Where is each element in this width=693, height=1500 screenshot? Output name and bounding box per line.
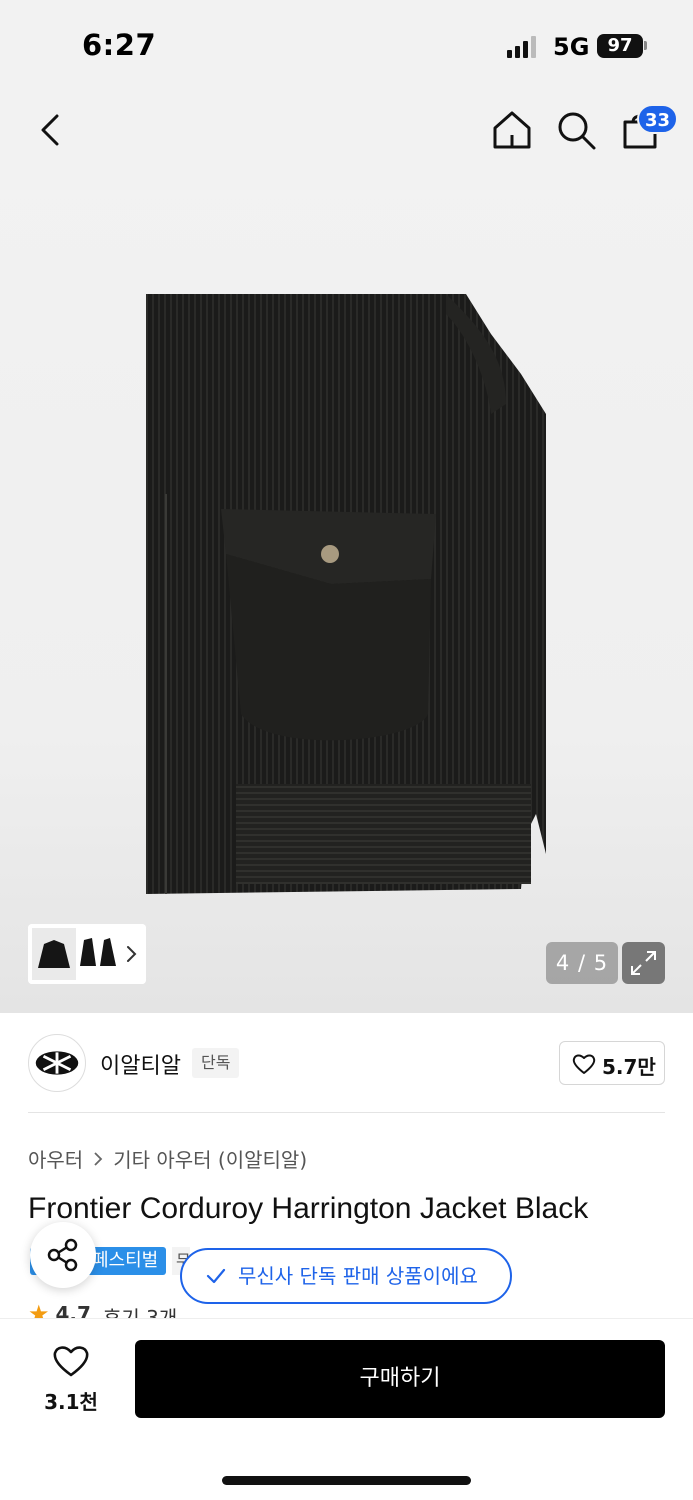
heart-icon [53, 1346, 89, 1377]
brand-name[interactable]: 이알티알 [100, 1048, 181, 1080]
exclusive-notice-text: 무신사 단독 판매 상품이에요 [238, 1264, 478, 1288]
breadcrumb: 아우터 기타 아우터 (이알티알) [28, 1144, 307, 1173]
brand-like-count: 5.7만 [602, 1055, 656, 1079]
status-time: 6:27 [82, 28, 157, 62]
heart-icon [572, 1054, 596, 1074]
chevron-right-icon[interactable] [124, 944, 140, 964]
back-icon[interactable] [30, 108, 74, 152]
wishlist-count: 3.1천 [44, 1390, 98, 1414]
home-indicator [222, 1476, 471, 1485]
wishlist-button[interactable]: 3.1천 [30, 1344, 112, 1414]
battery-indicator: 97 [597, 34, 643, 58]
exclusive-notice: 무신사 단독 판매 상품이에요 [180, 1248, 512, 1304]
share-icon [47, 1238, 78, 1272]
search-icon[interactable] [554, 108, 598, 152]
chevron-right-icon [94, 1151, 103, 1166]
product-image [146, 294, 546, 894]
buy-button[interactable]: 구매하기 [135, 1340, 665, 1418]
brand-exclusive-tag: 단독 [192, 1048, 240, 1078]
share-button[interactable] [30, 1222, 96, 1288]
product-title: Frontier Corduroy Harrington Jacket Blac… [28, 1192, 589, 1225]
divider [28, 1112, 665, 1113]
home-icon[interactable] [490, 108, 534, 152]
expand-icon[interactable] [622, 942, 665, 984]
battery-nub [644, 41, 647, 50]
breadcrumb-item[interactable]: 기타 아우터 (이알티알) [113, 1144, 307, 1173]
breadcrumb-item[interactable]: 아우터 [28, 1144, 83, 1173]
check-icon [206, 1268, 226, 1284]
cart-count-badge: 33 [637, 104, 679, 134]
network-label: 5G [553, 33, 590, 61]
brand-like-button[interactable]: 5.7만 [559, 1041, 665, 1085]
brand-logo[interactable] [28, 1034, 86, 1092]
image-counter: 4 / 5 [546, 942, 618, 984]
status-bar: 6:27 5G 97 [0, 0, 693, 90]
signal-icon [507, 36, 536, 58]
